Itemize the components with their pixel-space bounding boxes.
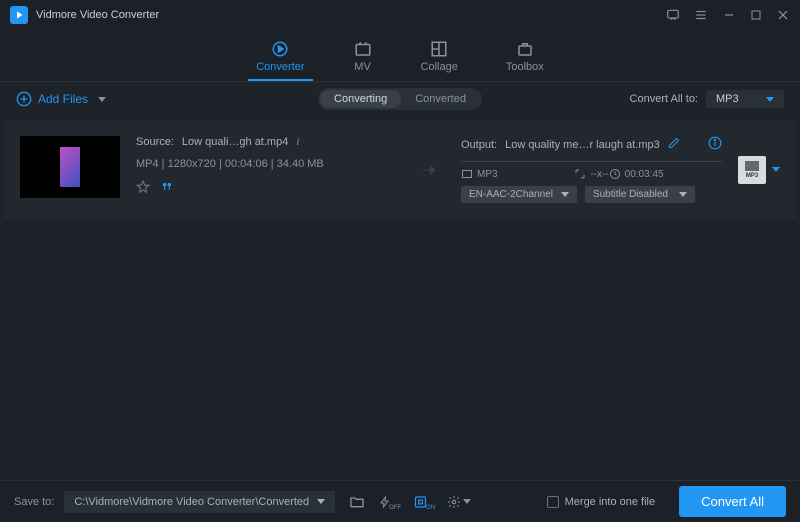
feedback-icon[interactable]: [666, 8, 680, 22]
star-icon[interactable]: [136, 180, 150, 194]
source-label: Source:: [136, 136, 174, 148]
merge-label: Merge into one file: [565, 496, 656, 508]
maximize-icon[interactable]: [750, 9, 762, 21]
format-chip[interactable]: MP3: [738, 156, 766, 184]
close-icon[interactable]: [776, 8, 790, 22]
output-format: MP3: [461, 168, 574, 180]
toolbar: Add Files Converting Converted Convert A…: [0, 82, 800, 116]
minimize-icon[interactable]: [722, 8, 736, 22]
source-meta: MP4 | 1280x720 | 00:04:06 | 34.40 MB: [136, 158, 397, 170]
menu-icon[interactable]: [694, 8, 708, 22]
save-path-value: C:\Vidmore\Vidmore Video Converter\Conve…: [74, 496, 309, 508]
settings-icon[interactable]: [447, 490, 471, 514]
info-icon[interactable]: i: [296, 136, 299, 148]
subtitle-select[interactable]: Subtitle Disabled: [585, 186, 695, 203]
checkbox-icon: [547, 496, 559, 508]
mode-toggle: Converting Converted: [318, 88, 482, 110]
convert-all-button[interactable]: Convert All: [679, 486, 786, 517]
chevron-down-icon: [463, 499, 471, 504]
chevron-down-icon: [766, 97, 774, 102]
output-label: Output:: [461, 139, 497, 151]
chevron-down-icon: [561, 192, 569, 197]
convert-all-to-label: Convert All to:: [630, 93, 698, 105]
thumbnail[interactable]: [20, 136, 120, 198]
mode-converted[interactable]: Converted: [401, 90, 480, 108]
save-to-label: Save to:: [14, 496, 54, 508]
tab-collage[interactable]: Collage: [421, 40, 458, 81]
output-filename: Low quality me…r laugh at.mp3: [505, 139, 660, 151]
titlebar: Vidmore Video Converter: [0, 0, 800, 30]
tab-converter[interactable]: Converter: [256, 40, 304, 81]
output-resolution: --x--: [574, 168, 608, 180]
save-path-select[interactable]: C:\Vidmore\Vidmore Video Converter\Conve…: [64, 491, 335, 513]
chevron-down-icon: [317, 499, 325, 504]
tab-label: Collage: [421, 61, 458, 73]
app-logo: [10, 6, 28, 24]
tab-label: Converter: [256, 61, 304, 73]
tab-label: Toolbox: [506, 61, 544, 73]
hw-accel-icon[interactable]: OFF: [379, 490, 403, 514]
trim-icon[interactable]: [160, 180, 174, 194]
footer: Save to: C:\Vidmore\Vidmore Video Conver…: [0, 480, 800, 522]
media-item: Source: Low quali…gh at.mp4 i MP4 | 1280…: [4, 120, 796, 219]
output-info-icon[interactable]: [708, 136, 722, 153]
add-files-button[interactable]: Add Files: [16, 91, 106, 107]
gpu-icon[interactable]: ON: [413, 490, 437, 514]
tab-label: MV: [354, 61, 371, 73]
format-select[interactable]: MP3: [706, 90, 784, 108]
tab-mv[interactable]: MV: [353, 40, 373, 81]
merge-checkbox[interactable]: Merge into one file: [547, 496, 656, 508]
edit-icon[interactable]: [668, 137, 680, 152]
app-title: Vidmore Video Converter: [36, 9, 159, 21]
tab-toolbox[interactable]: Toolbox: [506, 40, 544, 81]
main-tabs: Converter MV Collage Toolbox: [0, 30, 800, 82]
content-area: Source: Low quali…gh at.mp4 i MP4 | 1280…: [0, 116, 800, 480]
open-folder-icon[interactable]: [345, 490, 369, 514]
chevron-down-icon: [98, 97, 106, 102]
audio-track-select[interactable]: EN-AAC-2Channel: [461, 186, 577, 203]
chevron-down-icon[interactable]: [772, 167, 780, 172]
format-value: MP3: [716, 93, 739, 105]
source-filename: Low quali…gh at.mp4: [182, 136, 288, 148]
chevron-down-icon: [679, 192, 687, 197]
mode-converting[interactable]: Converting: [320, 90, 401, 108]
add-files-label: Add Files: [38, 92, 88, 106]
arrow-icon: [413, 136, 445, 203]
output-duration: 00:03:45: [609, 168, 722, 180]
